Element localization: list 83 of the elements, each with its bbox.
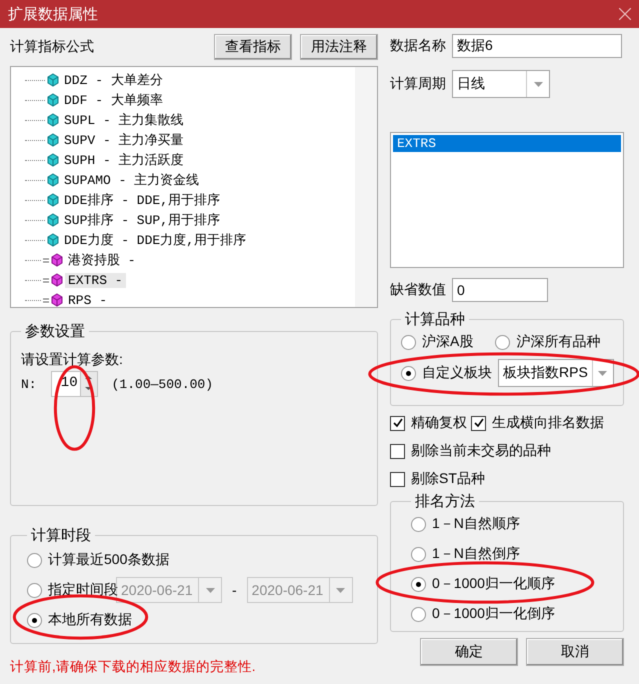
period-dropdown[interactable]: 日线 <box>452 70 550 98</box>
radio-label: 本地所有数据 <box>48 611 132 629</box>
caret-icon <box>598 370 608 376</box>
toolbar-button[interactable]: 用法注释 <box>300 34 378 60</box>
default-field[interactable]: 0 <box>452 278 548 302</box>
list-item[interactable]: EXTRS <box>393 135 621 152</box>
prompt-text: 请设置计算参数: <box>21 351 124 369</box>
tree-item[interactable]: SUPH - 主力活跃度 <box>61 151 187 169</box>
section-label: 计算指标公式 <box>10 38 95 56</box>
tree-item[interactable]: DDE排序 - DDE,用于排序 <box>61 191 224 209</box>
warning-text: 计算前,请确保下载的相应数据的完整性. <box>10 658 257 676</box>
radio-button[interactable] <box>411 606 426 622</box>
connector-icon <box>43 278 49 282</box>
connector-icon <box>43 258 49 262</box>
radio-button[interactable] <box>401 366 416 380</box>
check-icon <box>474 418 484 428</box>
field-label: 计算周期 <box>390 75 446 93</box>
caret-icon <box>206 588 214 592</box>
checkbox-label: 剔除当前未交易的品种 <box>411 442 551 460</box>
radio-button[interactable] <box>27 612 42 628</box>
group-title: 计算时段 <box>30 526 92 545</box>
cube-icon <box>47 153 59 167</box>
checkbox-label: 精确复权 <box>411 414 467 432</box>
toolbar-button[interactable]: 查看指标 <box>214 34 292 60</box>
tree-item[interactable]: DDZ - 大单差分 <box>61 71 166 89</box>
radio-label: 沪深所有品种 <box>516 333 600 351</box>
radio-label: 1－N自然顺序 <box>432 515 520 533</box>
radio-button[interactable] <box>411 516 426 532</box>
radio-label: 自定义板块 <box>422 364 492 382</box>
cube-icon <box>47 93 59 107</box>
checkbox[interactable] <box>390 444 405 458</box>
group-title: 排名方法 <box>414 492 476 511</box>
checkbox[interactable] <box>471 416 486 430</box>
radio-label: 0－1000归一化顺序 <box>432 575 555 593</box>
radio-button[interactable] <box>401 334 416 350</box>
tree-item[interactable]: SUP排序 - SUP,用于排序 <box>61 211 224 229</box>
cube-icon <box>47 133 59 147</box>
field-label: 数据名称 <box>390 37 446 55</box>
radio-label: 沪深A股 <box>422 333 474 351</box>
param-name: N: <box>21 376 37 392</box>
group-title: 计算品种 <box>404 310 466 329</box>
checkbox-label: 剔除ST品种 <box>411 470 485 488</box>
cube-icon <box>47 73 59 87</box>
radio-button[interactable] <box>495 334 510 350</box>
connector-icon <box>43 298 49 302</box>
cube-icon <box>47 173 59 187</box>
radio-label: 0－1000归一化倒序 <box>432 605 555 623</box>
tree-item[interactable]: SUPAMO - 主力资金线 <box>61 171 202 189</box>
cube-icon <box>51 293 63 307</box>
check-icon <box>392 418 402 428</box>
dialog-button[interactable]: 确定 <box>420 638 518 666</box>
cube-icon <box>47 113 59 127</box>
radio-button[interactable] <box>411 546 426 562</box>
tree-item[interactable]: SUPV - 主力净买量 <box>61 131 187 149</box>
cube-icon <box>47 193 59 207</box>
tree-item[interactable]: SUPL - 主力集散线 <box>61 111 187 129</box>
tree-item[interactable]: EXTRS - <box>65 272 126 288</box>
radio-button[interactable] <box>27 552 42 568</box>
checkbox-label: 生成横向排名数据 <box>492 414 604 432</box>
tree-item[interactable]: 港资持股 - <box>65 251 139 269</box>
radio-button[interactable] <box>411 576 426 592</box>
block-dropdown[interactable]: 板块指数RPS <box>498 359 614 387</box>
caret-icon <box>534 82 542 86</box>
checkbox[interactable] <box>390 416 405 430</box>
tree-item[interactable]: DDF - 大单频率 <box>61 91 166 109</box>
window-title: 扩展数据属性 <box>8 4 98 24</box>
field-label: 缺省数值 <box>390 281 446 299</box>
cube-icon <box>47 213 59 227</box>
range-text: (1.00—500.00) <box>112 376 214 392</box>
radio-label: 计算最近500条数据 <box>48 551 170 569</box>
close-icon[interactable] <box>619 8 631 20</box>
cube-icon <box>51 253 63 267</box>
caret-icon <box>336 588 346 592</box>
checkbox[interactable] <box>390 472 405 486</box>
tree-item[interactable]: RPS - <box>65 292 110 308</box>
separator-text: - <box>232 582 237 598</box>
name-field[interactable]: 数据6 <box>452 34 622 58</box>
group-title: 参数设置 <box>24 322 86 341</box>
radio-label: 1－N自然倒序 <box>432 545 520 563</box>
tree-item[interactable]: DDE力度 - DDE力度,用于排序 <box>61 231 250 249</box>
cube-icon <box>47 233 59 247</box>
dialog-button[interactable]: 取消 <box>526 638 624 666</box>
cube-icon <box>51 273 63 287</box>
